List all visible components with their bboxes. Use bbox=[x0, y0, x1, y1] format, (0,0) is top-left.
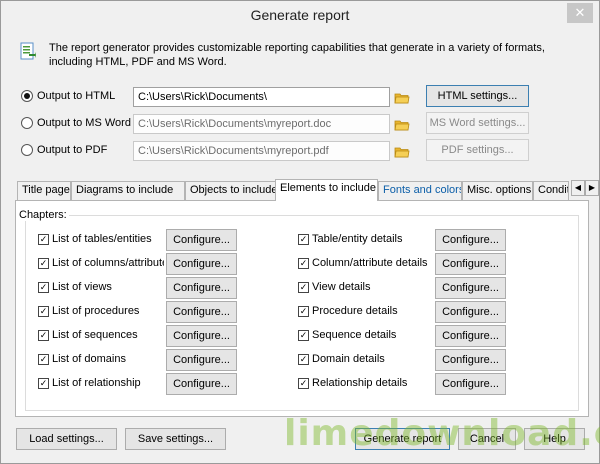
checkbox[interactable]: ✓ bbox=[38, 377, 49, 389]
folder-icon[interactable] bbox=[394, 91, 410, 105]
configure-button[interactable]: Configure... bbox=[435, 373, 506, 395]
check-label: Procedure details bbox=[312, 305, 398, 317]
check-label: List of domains bbox=[52, 353, 126, 365]
check-procedure-details[interactable]: ✓ Procedure details bbox=[298, 302, 432, 320]
html-path-input[interactable]: C:\Users\Rick\Documents\ bbox=[133, 87, 390, 107]
pdf-settings-button[interactable]: PDF settings... bbox=[426, 139, 529, 161]
check-label: Table/entity details bbox=[312, 233, 403, 245]
checkbox[interactable]: ✓ bbox=[38, 305, 49, 317]
configure-button[interactable]: Configure... bbox=[166, 373, 237, 395]
tab-misc-options[interactable]: Misc. options bbox=[462, 181, 533, 200]
configure-button[interactable]: Configure... bbox=[435, 325, 506, 347]
msword-settings-button[interactable]: MS Word settings... bbox=[426, 112, 529, 134]
close-button[interactable]: ✕ bbox=[567, 3, 593, 23]
check-list-tables[interactable]: ✓ List of tables/entities bbox=[38, 230, 164, 248]
check-list-sequences[interactable]: ✓ List of sequences bbox=[38, 326, 164, 344]
check-label: List of tables/entities bbox=[52, 233, 152, 245]
tab-fonts-colors[interactable]: Fonts and colors bbox=[378, 181, 462, 200]
configure-button[interactable]: Configure... bbox=[166, 229, 237, 251]
checkbox[interactable]: ✓ bbox=[38, 353, 49, 365]
radio-indicator[interactable] bbox=[21, 117, 33, 129]
chapters-label: Chapters: bbox=[17, 209, 69, 221]
tab-conditions[interactable]: Condit bbox=[533, 181, 569, 200]
configure-button[interactable]: Configure... bbox=[435, 301, 506, 323]
output-msword-radio[interactable]: Output to MS Word bbox=[21, 114, 131, 132]
save-settings-button[interactable]: Save settings... bbox=[125, 428, 226, 450]
configure-button[interactable]: Configure... bbox=[166, 253, 237, 275]
tab-title-page[interactable]: Title page bbox=[17, 181, 71, 200]
check-sequence-details[interactable]: ✓ Sequence details bbox=[298, 326, 432, 344]
check-list-procedures[interactable]: ✓ List of procedures bbox=[38, 302, 164, 320]
tab-elements[interactable]: Elements to include bbox=[275, 179, 378, 201]
checkbox[interactable]: ✓ bbox=[298, 305, 309, 317]
report-document-icon bbox=[20, 42, 36, 60]
check-list-views[interactable]: ✓ List of views bbox=[38, 278, 164, 296]
check-list-columns[interactable]: ✓ List of columns/attributes bbox=[38, 254, 164, 272]
checkbox[interactable]: ✓ bbox=[38, 233, 49, 245]
checkbox[interactable]: ✓ bbox=[298, 233, 309, 245]
output-html-radio[interactable]: Output to HTML bbox=[21, 87, 115, 105]
radio-indicator[interactable] bbox=[21, 90, 33, 102]
output-pdf-label: Output to PDF bbox=[37, 144, 108, 156]
check-label: Column/attribute details bbox=[312, 257, 428, 269]
check-label: List of views bbox=[52, 281, 112, 293]
output-pdf-radio[interactable]: Output to PDF bbox=[21, 141, 107, 159]
check-list-domains[interactable]: ✓ List of domains bbox=[38, 350, 164, 368]
output-msword-label: Output to MS Word bbox=[37, 117, 131, 129]
configure-button[interactable]: Configure... bbox=[435, 253, 506, 275]
configure-button[interactable]: Configure... bbox=[435, 277, 506, 299]
check-column-details[interactable]: ✓ Column/attribute details bbox=[298, 254, 432, 272]
radio-indicator[interactable] bbox=[21, 144, 33, 156]
generate-report-dialog: Generate report ✕ The report generator p… bbox=[0, 0, 600, 464]
check-list-relationship[interactable]: ✓ List of relationship bbox=[38, 374, 164, 392]
configure-button[interactable]: Configure... bbox=[435, 229, 506, 251]
output-html-label: Output to HTML bbox=[37, 90, 116, 102]
tab-diagrams[interactable]: Diagrams to include bbox=[71, 181, 185, 200]
check-view-details[interactable]: ✓ View details bbox=[298, 278, 432, 296]
checkbox[interactable]: ✓ bbox=[298, 329, 309, 341]
check-relationship-details[interactable]: ✓ Relationship details bbox=[298, 374, 432, 392]
check-table-details[interactable]: ✓ Table/entity details bbox=[298, 230, 432, 248]
check-label: List of relationship bbox=[52, 377, 141, 389]
load-settings-button[interactable]: Load settings... bbox=[16, 428, 117, 450]
check-label: List of columns/attributes bbox=[52, 257, 164, 269]
msword-path-input[interactable]: C:\Users\Rick\Documents\myreport.doc bbox=[133, 114, 390, 134]
checkbox[interactable]: ✓ bbox=[298, 257, 309, 269]
configure-button[interactable]: Configure... bbox=[166, 325, 237, 347]
tab-scroll-left-button[interactable]: ◀ bbox=[571, 180, 585, 196]
folder-icon[interactable] bbox=[394, 118, 410, 132]
html-settings-button[interactable]: HTML settings... bbox=[426, 85, 529, 107]
pdf-path-input[interactable]: C:\Users\Rick\Documents\myreport.pdf bbox=[133, 141, 390, 161]
configure-button[interactable]: Configure... bbox=[166, 301, 237, 323]
tab-objects[interactable]: Objects to include bbox=[185, 181, 277, 200]
window-title: Generate report bbox=[250, 7, 350, 23]
checkbox[interactable]: ✓ bbox=[298, 353, 309, 365]
check-label: Domain details bbox=[312, 353, 385, 365]
check-label: List of procedures bbox=[52, 305, 140, 317]
watermark: limedownload.com bbox=[284, 413, 600, 454]
title-bar: Generate report ✕ bbox=[1, 1, 599, 29]
configure-button[interactable]: Configure... bbox=[435, 349, 506, 371]
check-label: List of sequences bbox=[52, 329, 138, 341]
checkbox[interactable]: ✓ bbox=[298, 281, 309, 293]
checkbox[interactable]: ✓ bbox=[38, 329, 49, 341]
tab-strip: Title page Diagrams to include Objects t… bbox=[15, 179, 599, 201]
check-domain-details[interactable]: ✓ Domain details bbox=[298, 350, 432, 368]
tab-scroll-right-button[interactable]: ▶ bbox=[585, 180, 599, 196]
intro-description: The report generator provides customizab… bbox=[49, 42, 545, 68]
checkbox[interactable]: ✓ bbox=[298, 377, 309, 389]
check-label: View details bbox=[312, 281, 371, 293]
configure-button[interactable]: Configure... bbox=[166, 349, 237, 371]
check-label: Sequence details bbox=[312, 329, 397, 341]
check-label: Relationship details bbox=[312, 377, 408, 389]
checkbox[interactable]: ✓ bbox=[38, 281, 49, 293]
checkbox[interactable]: ✓ bbox=[38, 257, 49, 269]
configure-button[interactable]: Configure... bbox=[166, 277, 237, 299]
folder-icon[interactable] bbox=[394, 145, 410, 159]
